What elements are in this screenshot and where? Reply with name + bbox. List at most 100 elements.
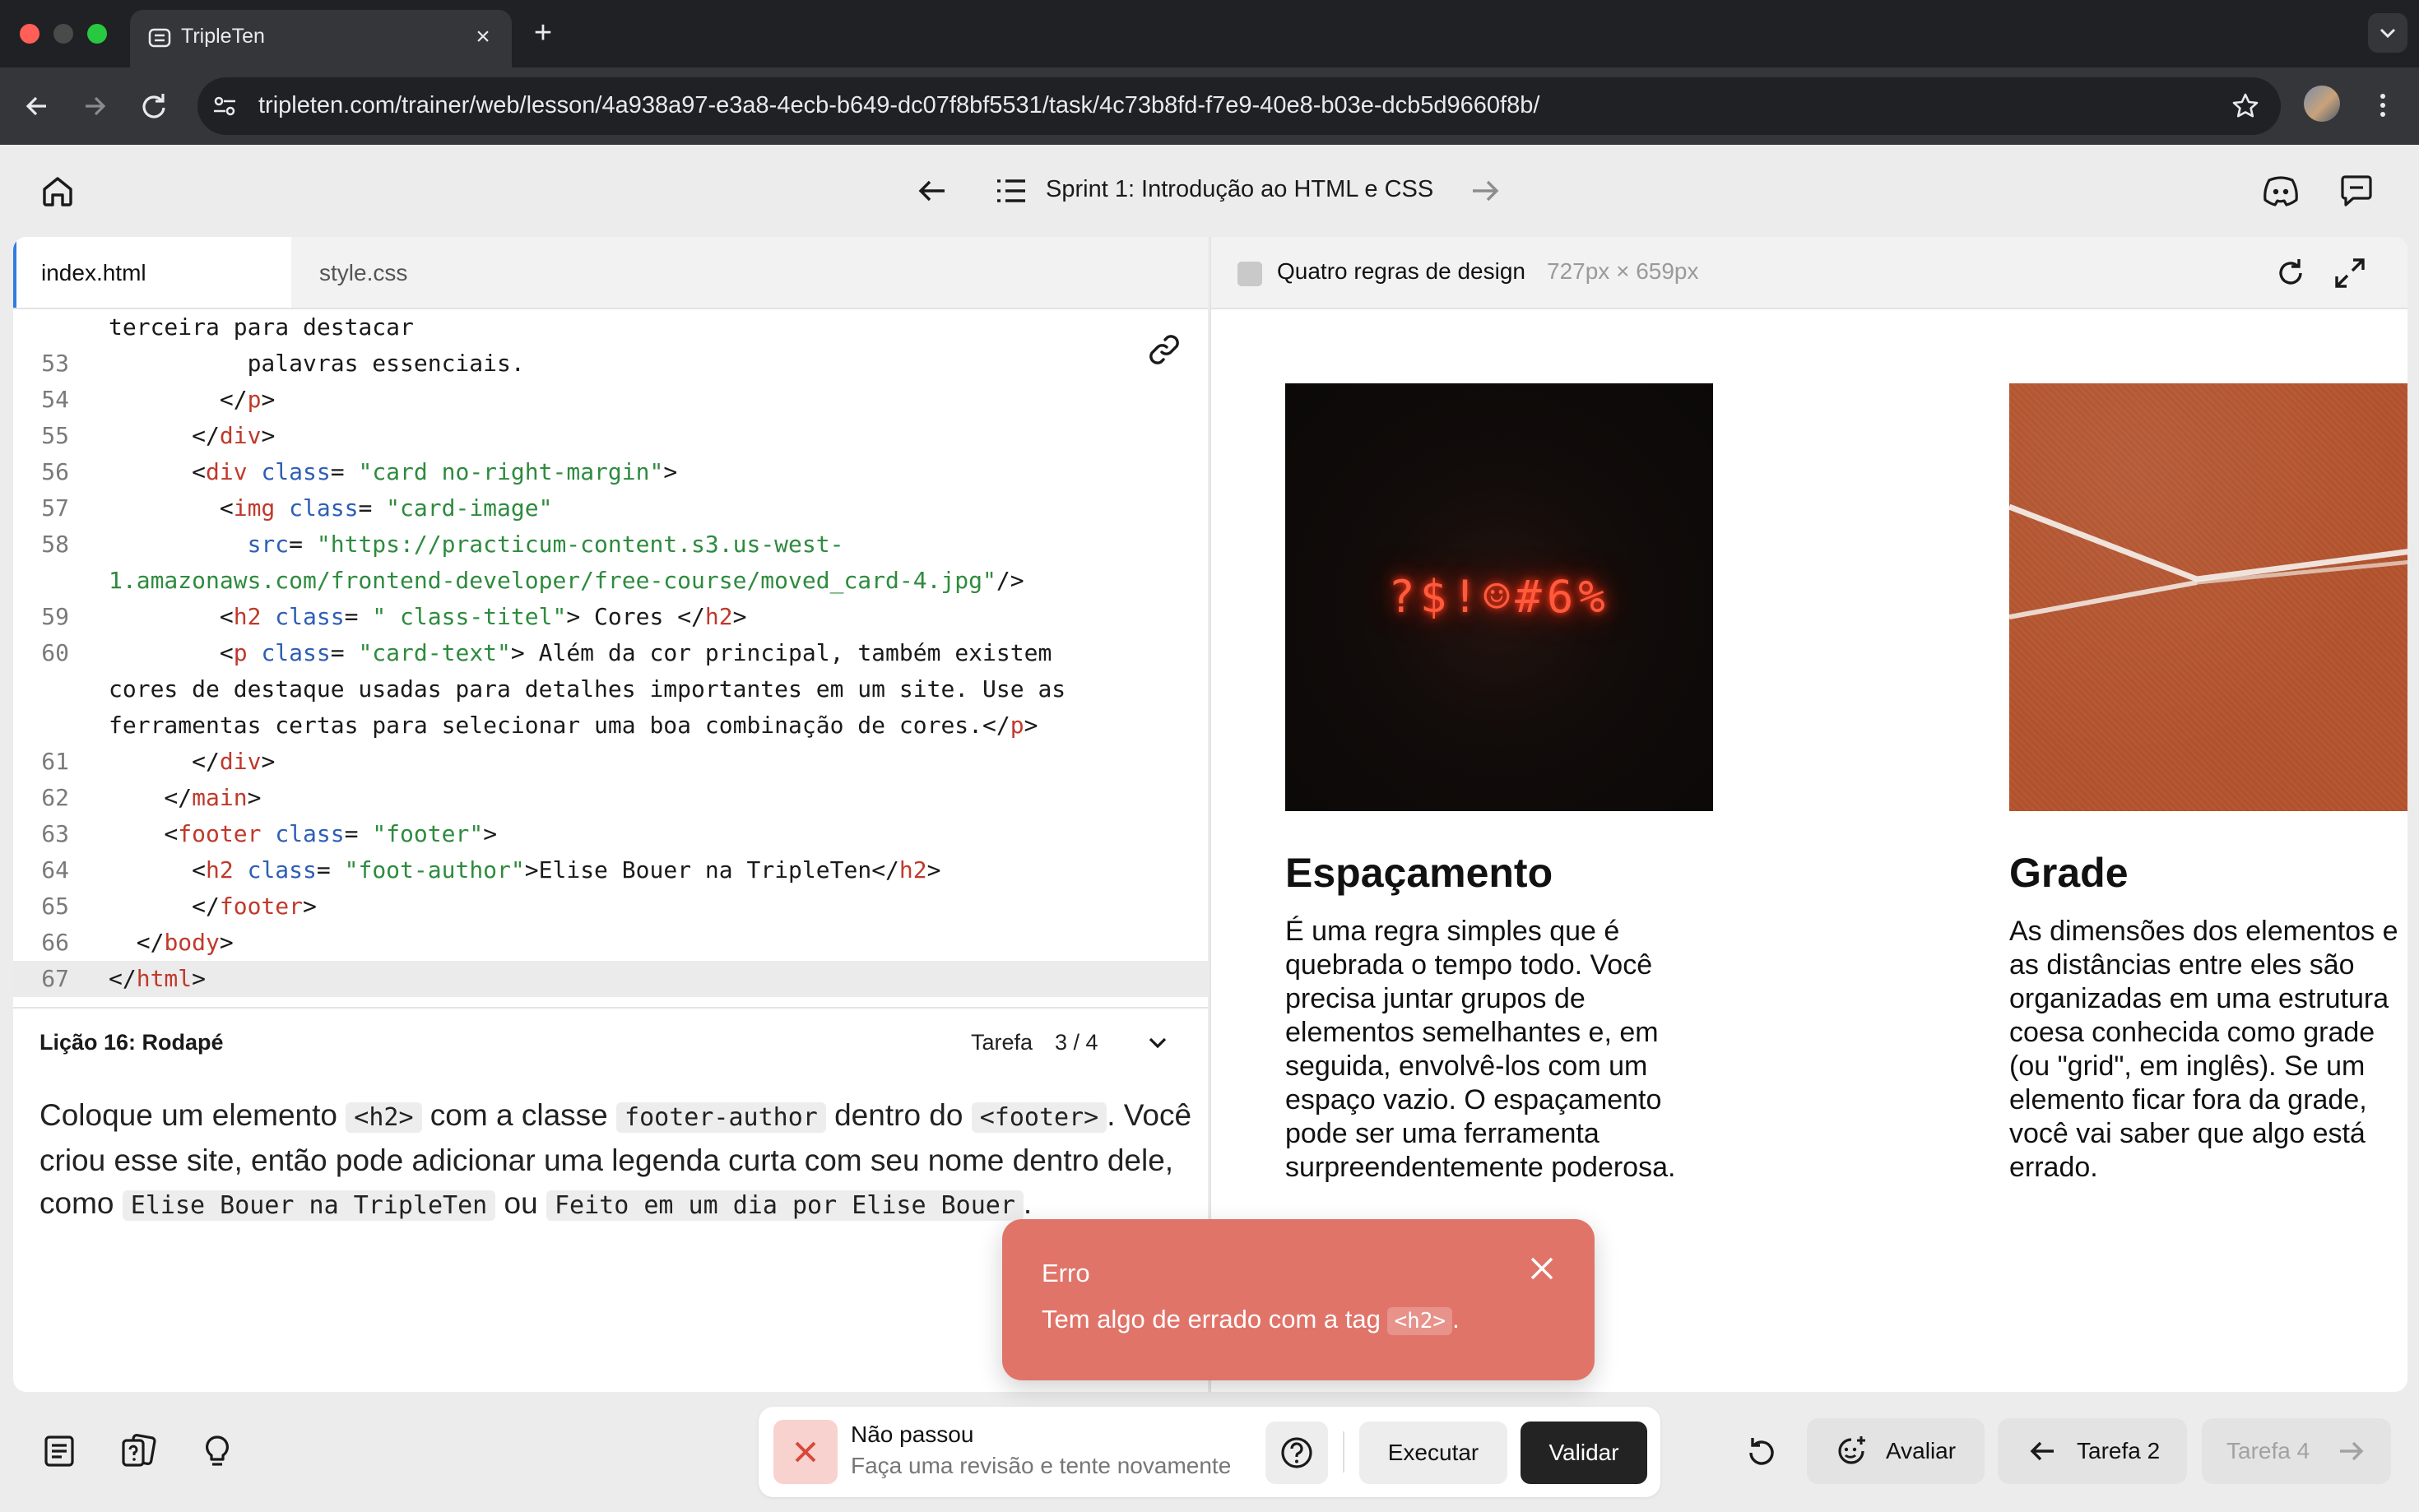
code-line[interactable]: 54 </p> <box>13 382 1208 418</box>
reset-code-icon[interactable] <box>1741 1433 1781 1473</box>
code-text[interactable]: src= "https://practicum-content.s3.us-we… <box>109 526 844 563</box>
code-line[interactable]: 62 </main> <box>13 780 1208 816</box>
code-line[interactable]: terceira para destacar <box>13 309 1208 346</box>
page-favicon-icon <box>1237 262 1262 286</box>
line-number: 61 <box>41 748 69 775</box>
chat-message-icon[interactable] <box>2338 173 2375 209</box>
code-line[interactable]: cores de destaque usadas para detalhes i… <box>13 671 1208 707</box>
code-text[interactable]: </footer> <box>109 888 317 925</box>
window-minimize-button[interactable] <box>53 24 73 44</box>
discord-icon[interactable] <box>2261 173 2301 209</box>
code-line[interactable]: 53 palavras essenciais. <box>13 346 1208 382</box>
instruction-text: ou <box>495 1186 546 1220</box>
url-text[interactable]: tripleten.com/trainer/web/lesson/4a938a9… <box>258 92 1539 119</box>
browser-menu-icon[interactable] <box>2366 89 2399 122</box>
back-arrow-icon[interactable] <box>16 86 58 127</box>
toast-message-code: <h2> <box>1387 1307 1453 1335</box>
browser-tab[interactable]: TripleTen × <box>130 10 512 67</box>
line-number: 55 <box>41 422 69 449</box>
profile-avatar[interactable] <box>2304 86 2340 122</box>
previous-task-button[interactable]: Tarefa 2 <box>1998 1418 2187 1484</box>
code-line[interactable]: 57 <img class= "card-image" <box>13 490 1208 526</box>
run-button[interactable]: Executar <box>1359 1422 1507 1484</box>
validate-button[interactable]: Validar <box>1521 1422 1647 1484</box>
code-text[interactable]: </div> <box>109 744 275 780</box>
preview-dimensions: 727px × 659px <box>1547 258 1699 284</box>
evaluate-label: Avaliar <box>1886 1438 1957 1463</box>
course-menu-list-icon[interactable] <box>994 174 1028 207</box>
code-text[interactable]: palavras essenciais. <box>109 346 525 382</box>
window-maximize-button[interactable] <box>87 24 107 44</box>
line-number: 64 <box>41 856 69 884</box>
code-line[interactable]: 1.amazonaws.com/frontend-developer/free-… <box>13 563 1208 599</box>
code-line[interactable]: 56 <div class= "card no-right-margin"> <box>13 454 1208 490</box>
address-bar[interactable]: tripleten.com/trainer/web/lesson/4a938a9… <box>197 77 2281 135</box>
code-text[interactable]: 1.amazonaws.com/frontend-developer/free-… <box>109 563 1024 599</box>
code-text[interactable]: <h2 class= " class-titel"> Cores </h2> <box>109 599 747 635</box>
code-line[interactable]: 67 </html> <box>13 961 1208 997</box>
task-instructions: Coloque um elemento <h2> com a classe fo… <box>39 1094 1200 1227</box>
instruction-code: Elise Bouer na TripleTen <box>122 1190 496 1221</box>
code-text[interactable]: <p class= "card-text"> Além da cor princ… <box>109 635 1052 671</box>
code-text[interactable]: </main> <box>109 780 261 816</box>
help-question-icon[interactable] <box>1265 1422 1328 1484</box>
next-lesson-arrow-icon[interactable] <box>1466 173 1502 209</box>
code-text[interactable]: </p> <box>109 382 275 418</box>
code-text[interactable]: </body> <box>109 925 234 961</box>
reload-icon[interactable] <box>133 86 174 127</box>
toast-title: Erro <box>1042 1259 1090 1287</box>
code-text[interactable]: <div class= "card no-right-margin"> <box>109 454 677 490</box>
code-line[interactable]: 59 <h2 class= " class-titel"> Cores </h2… <box>13 599 1208 635</box>
code-line[interactable]: 64 <h2 class= "foot-author">Elise Bouer … <box>13 852 1208 888</box>
window-close-button[interactable] <box>20 24 39 44</box>
status-title: Não passou <box>851 1422 974 1447</box>
code-line[interactable]: 58 src= "https://practicum-content.s3.us… <box>13 526 1208 563</box>
code-text[interactable]: <img class= "card-image" <box>109 490 553 526</box>
tab-index-html-label: index.html <box>41 260 146 285</box>
code-line[interactable]: 66 </body> <box>13 925 1208 961</box>
card-heading: Grade <box>2009 850 2129 896</box>
line-number: 63 <box>41 820 69 847</box>
previous-lesson-arrow-icon[interactable] <box>915 173 951 209</box>
code-text[interactable]: </div> <box>109 418 275 454</box>
file-tabs: index.html style.css <box>13 237 1208 309</box>
code-line[interactable]: ferramentas certas para selecionar uma b… <box>13 707 1208 744</box>
forward-arrow-icon[interactable] <box>74 86 115 127</box>
code-line[interactable]: 63 <footer class= "footer"> <box>13 816 1208 852</box>
expand-preview-icon[interactable] <box>2332 255 2368 291</box>
code-line[interactable]: 60 <p class= "card-text"> Além da cor pr… <box>13 635 1208 671</box>
tab-index-html[interactable]: index.html <box>13 237 291 308</box>
close-toast-icon[interactable] <box>1525 1252 1558 1285</box>
code-text[interactable]: ferramentas certas para selecionar uma b… <box>109 707 1038 744</box>
evaluate-button[interactable]: Avaliar <box>1807 1418 1985 1484</box>
code-text[interactable]: cores de destaque usadas para detalhes i… <box>109 671 1066 707</box>
code-text[interactable]: terceira para destacar <box>109 309 414 346</box>
code-line[interactable]: 65 </footer> <box>13 888 1208 925</box>
code-editor[interactable]: terceira para destacar 53 palavras essenc… <box>13 308 1208 997</box>
toast-message: Tem algo de errado com a tag <h2>. <box>1042 1305 1460 1335</box>
evaluate-face-icon <box>1833 1433 1869 1469</box>
next-task-button[interactable]: Tarefa 4 <box>2202 1418 2391 1484</box>
lightbulb-icon[interactable] <box>199 1433 235 1469</box>
sprint-title[interactable]: Sprint 1: Introdução ao HTML e CSS <box>1046 176 1433 203</box>
code-line[interactable]: 61 </div> <box>13 744 1208 780</box>
theory-notes-icon[interactable] <box>41 1433 77 1469</box>
share-link-icon[interactable] <box>1145 331 1183 369</box>
instruction-text: Coloque um elemento <box>39 1098 346 1132</box>
close-tab-icon[interactable]: × <box>469 23 497 51</box>
site-settings-icon[interactable] <box>211 92 239 120</box>
code-text[interactable]: </html> <box>109 961 206 997</box>
code-text[interactable]: <h2 class= "foot-author">Elise Bouer na … <box>109 852 940 888</box>
bookmark-star-icon[interactable] <box>2230 90 2261 122</box>
task-expand-chevron-icon[interactable] <box>1144 1028 1172 1056</box>
neon-sign-text: ?$!☺#6% <box>1388 571 1610 623</box>
code-text[interactable]: <footer class= "footer"> <box>109 816 497 852</box>
home-icon[interactable] <box>39 173 76 209</box>
hint-cards-icon[interactable] <box>120 1433 156 1469</box>
new-tab-plus-icon[interactable]: + <box>525 15 561 51</box>
refresh-preview-icon[interactable] <box>2273 255 2309 291</box>
card-image-clay-court <box>2009 383 2407 811</box>
divider <box>13 1007 1208 1009</box>
code-line[interactable]: 55 </div> <box>13 418 1208 454</box>
tab-search-chevron-icon[interactable] <box>2368 13 2407 53</box>
